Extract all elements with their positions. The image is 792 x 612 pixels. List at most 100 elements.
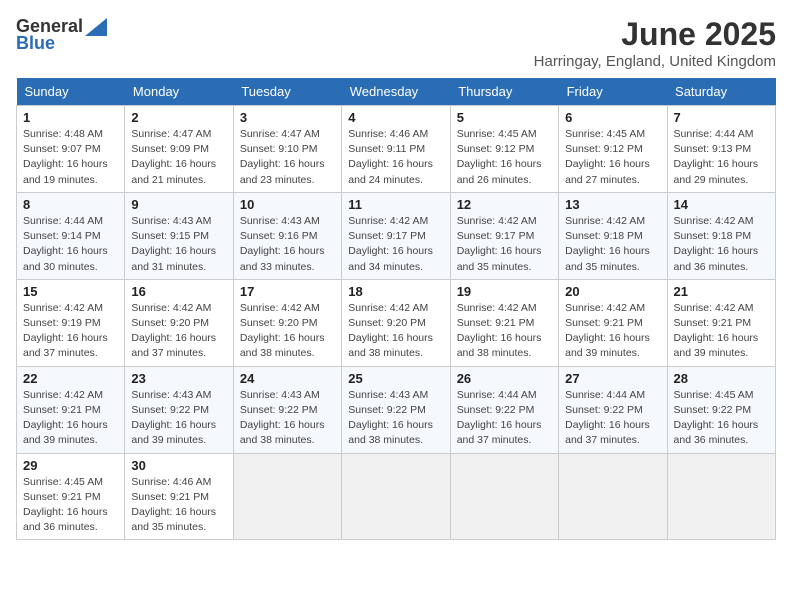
calendar-cell: 20 Sunrise: 4:42 AM Sunset: 9:21 PM Dayl… [559,279,667,366]
day-number: 11 [348,197,443,212]
day-info: Sunrise: 4:44 AM Sunset: 9:13 PM Dayligh… [674,127,769,188]
day-number: 7 [674,110,769,125]
day-info: Sunrise: 4:42 AM Sunset: 9:21 PM Dayligh… [23,388,118,449]
day-number: 28 [674,371,769,386]
day-number: 16 [131,284,226,299]
day-info: Sunrise: 4:42 AM Sunset: 9:21 PM Dayligh… [565,301,660,362]
header-monday: Monday [125,78,233,106]
day-info: Sunrise: 4:42 AM Sunset: 9:20 PM Dayligh… [348,301,443,362]
day-number: 18 [348,284,443,299]
calendar-cell [233,453,341,540]
day-info: Sunrise: 4:43 AM Sunset: 9:15 PM Dayligh… [131,214,226,275]
day-number: 22 [23,371,118,386]
calendar-cell: 2 Sunrise: 4:47 AM Sunset: 9:09 PM Dayli… [125,106,233,193]
day-info: Sunrise: 4:42 AM Sunset: 9:20 PM Dayligh… [240,301,335,362]
day-info: Sunrise: 4:43 AM Sunset: 9:22 PM Dayligh… [131,388,226,449]
day-number: 27 [565,371,660,386]
calendar-cell: 4 Sunrise: 4:46 AM Sunset: 9:11 PM Dayli… [342,106,450,193]
calendar-cell: 24 Sunrise: 4:43 AM Sunset: 9:22 PM Dayl… [233,366,341,453]
day-number: 17 [240,284,335,299]
calendar-cell: 27 Sunrise: 4:44 AM Sunset: 9:22 PM Dayl… [559,366,667,453]
header-sunday: Sunday [17,78,125,106]
calendar-table: Sunday Monday Tuesday Wednesday Thursday… [16,78,776,540]
day-number: 25 [348,371,443,386]
calendar-cell: 10 Sunrise: 4:43 AM Sunset: 9:16 PM Dayl… [233,192,341,279]
day-info: Sunrise: 4:45 AM Sunset: 9:12 PM Dayligh… [565,127,660,188]
day-info: Sunrise: 4:42 AM Sunset: 9:21 PM Dayligh… [457,301,552,362]
header-friday: Friday [559,78,667,106]
calendar-cell: 17 Sunrise: 4:42 AM Sunset: 9:20 PM Dayl… [233,279,341,366]
calendar-cell: 5 Sunrise: 4:45 AM Sunset: 9:12 PM Dayli… [450,106,558,193]
day-info: Sunrise: 4:44 AM Sunset: 9:14 PM Dayligh… [23,214,118,275]
day-info: Sunrise: 4:46 AM Sunset: 9:11 PM Dayligh… [348,127,443,188]
calendar-cell: 15 Sunrise: 4:42 AM Sunset: 9:19 PM Dayl… [17,279,125,366]
day-info: Sunrise: 4:44 AM Sunset: 9:22 PM Dayligh… [457,388,552,449]
calendar-title: June 2025 [534,16,776,53]
day-number: 5 [457,110,552,125]
page-header: General Blue June 2025 Harringay, Englan… [16,16,776,70]
day-number: 10 [240,197,335,212]
day-info: Sunrise: 4:42 AM Sunset: 9:21 PM Dayligh… [674,301,769,362]
calendar-subtitle: Harringay, England, United Kingdom [534,53,776,70]
day-info: Sunrise: 4:47 AM Sunset: 9:09 PM Dayligh… [131,127,226,188]
calendar-cell: 14 Sunrise: 4:42 AM Sunset: 9:18 PM Dayl… [667,192,775,279]
calendar-cell: 29 Sunrise: 4:45 AM Sunset: 9:21 PM Dayl… [17,453,125,540]
day-number: 23 [131,371,226,386]
day-info: Sunrise: 4:47 AM Sunset: 9:10 PM Dayligh… [240,127,335,188]
day-number: 12 [457,197,552,212]
calendar-cell: 22 Sunrise: 4:42 AM Sunset: 9:21 PM Dayl… [17,366,125,453]
calendar-cell: 21 Sunrise: 4:42 AM Sunset: 9:21 PM Dayl… [667,279,775,366]
day-number: 20 [565,284,660,299]
day-info: Sunrise: 4:44 AM Sunset: 9:22 PM Dayligh… [565,388,660,449]
day-info: Sunrise: 4:42 AM Sunset: 9:17 PM Dayligh… [457,214,552,275]
calendar-cell: 11 Sunrise: 4:42 AM Sunset: 9:17 PM Dayl… [342,192,450,279]
calendar-cell: 25 Sunrise: 4:43 AM Sunset: 9:22 PM Dayl… [342,366,450,453]
day-number: 6 [565,110,660,125]
day-info: Sunrise: 4:48 AM Sunset: 9:07 PM Dayligh… [23,127,118,188]
calendar-cell: 13 Sunrise: 4:42 AM Sunset: 9:18 PM Dayl… [559,192,667,279]
calendar-cell [450,453,558,540]
logo-icon [85,18,107,36]
day-info: Sunrise: 4:42 AM Sunset: 9:18 PM Dayligh… [674,214,769,275]
day-number: 29 [23,458,118,473]
day-info: Sunrise: 4:42 AM Sunset: 9:20 PM Dayligh… [131,301,226,362]
calendar-week-2: 8 Sunrise: 4:44 AM Sunset: 9:14 PM Dayli… [17,192,776,279]
day-info: Sunrise: 4:45 AM Sunset: 9:12 PM Dayligh… [457,127,552,188]
day-number: 15 [23,284,118,299]
calendar-cell [342,453,450,540]
logo-blue-text: Blue [16,33,55,54]
calendar-cell: 3 Sunrise: 4:47 AM Sunset: 9:10 PM Dayli… [233,106,341,193]
calendar-cell: 26 Sunrise: 4:44 AM Sunset: 9:22 PM Dayl… [450,366,558,453]
day-number: 14 [674,197,769,212]
calendar-cell: 19 Sunrise: 4:42 AM Sunset: 9:21 PM Dayl… [450,279,558,366]
calendar-cell: 12 Sunrise: 4:42 AM Sunset: 9:17 PM Dayl… [450,192,558,279]
calendar-cell: 7 Sunrise: 4:44 AM Sunset: 9:13 PM Dayli… [667,106,775,193]
day-info: Sunrise: 4:45 AM Sunset: 9:22 PM Dayligh… [674,388,769,449]
day-number: 26 [457,371,552,386]
header-thursday: Thursday [450,78,558,106]
logo: General Blue [16,16,107,54]
day-info: Sunrise: 4:42 AM Sunset: 9:18 PM Dayligh… [565,214,660,275]
calendar-week-1: 1 Sunrise: 4:48 AM Sunset: 9:07 PM Dayli… [17,106,776,193]
calendar-cell [667,453,775,540]
calendar-week-5: 29 Sunrise: 4:45 AM Sunset: 9:21 PM Dayl… [17,453,776,540]
title-area: June 2025 Harringay, England, United Kin… [534,16,776,70]
day-number: 9 [131,197,226,212]
header-wednesday: Wednesday [342,78,450,106]
day-info: Sunrise: 4:42 AM Sunset: 9:17 PM Dayligh… [348,214,443,275]
day-number: 30 [131,458,226,473]
calendar-cell: 9 Sunrise: 4:43 AM Sunset: 9:15 PM Dayli… [125,192,233,279]
day-number: 19 [457,284,552,299]
day-number: 13 [565,197,660,212]
calendar-cell: 18 Sunrise: 4:42 AM Sunset: 9:20 PM Dayl… [342,279,450,366]
calendar-cell: 8 Sunrise: 4:44 AM Sunset: 9:14 PM Dayli… [17,192,125,279]
calendar-cell: 23 Sunrise: 4:43 AM Sunset: 9:22 PM Dayl… [125,366,233,453]
day-info: Sunrise: 4:43 AM Sunset: 9:22 PM Dayligh… [240,388,335,449]
calendar-week-4: 22 Sunrise: 4:42 AM Sunset: 9:21 PM Dayl… [17,366,776,453]
day-info: Sunrise: 4:42 AM Sunset: 9:19 PM Dayligh… [23,301,118,362]
calendar-cell: 1 Sunrise: 4:48 AM Sunset: 9:07 PM Dayli… [17,106,125,193]
day-number: 3 [240,110,335,125]
calendar-cell: 28 Sunrise: 4:45 AM Sunset: 9:22 PM Dayl… [667,366,775,453]
header-saturday: Saturday [667,78,775,106]
day-number: 2 [131,110,226,125]
